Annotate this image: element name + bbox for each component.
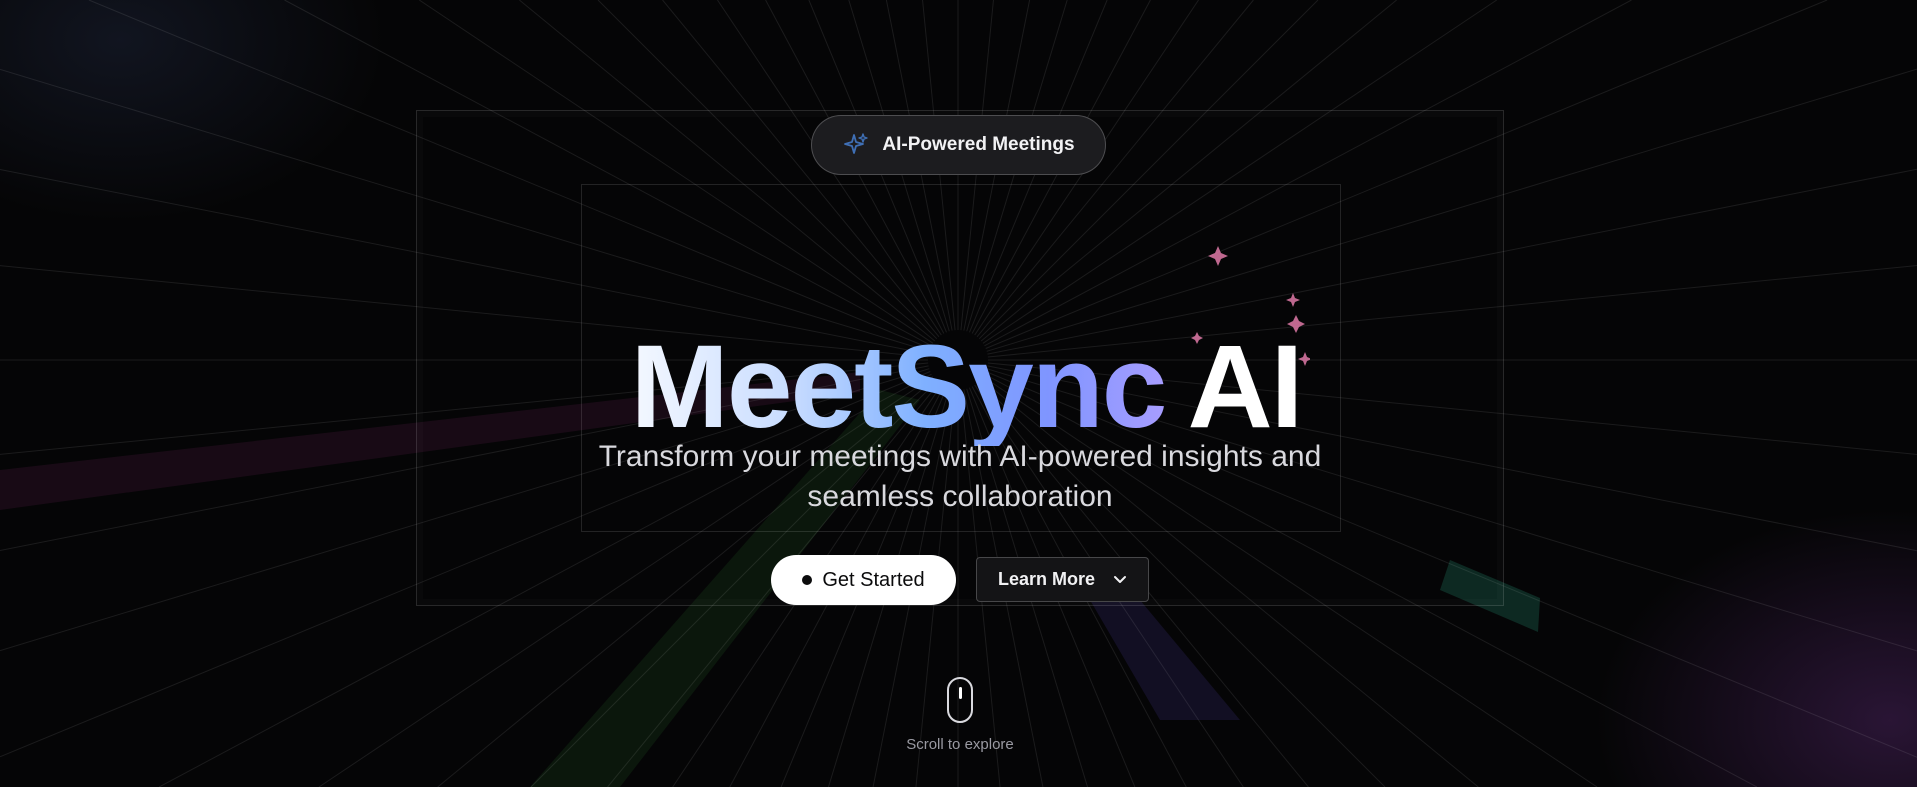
- mouse-wheel: [959, 687, 962, 699]
- hero-section: AI-Powered Meetings MeetSync AI Transfor…: [0, 0, 1917, 787]
- dot-icon: [802, 575, 813, 585]
- learn-more-label: Learn More: [997, 569, 1096, 589]
- badge-label: AI-Powered Meetings: [882, 134, 1075, 155]
- sparkles-decoration: [1191, 246, 1310, 366]
- scroll-hint: Scroll to explore: [906, 736, 1014, 753]
- get-started-button[interactable]: Get Started: [771, 555, 956, 605]
- sparkle-icon: [844, 133, 869, 154]
- mouse-icon[interactable]: [947, 677, 973, 723]
- get-started-label: Get Started: [822, 568, 925, 591]
- learn-more-button[interactable]: Learn More: [976, 557, 1149, 602]
- hero-subtitle: Transform your meetings with AI-powered …: [598, 440, 1322, 513]
- ai-powered-badge: AI-Powered Meetings: [811, 115, 1106, 175]
- title-brand: MeetSync: [630, 321, 1168, 454]
- chevron-down-icon: [1114, 575, 1127, 583]
